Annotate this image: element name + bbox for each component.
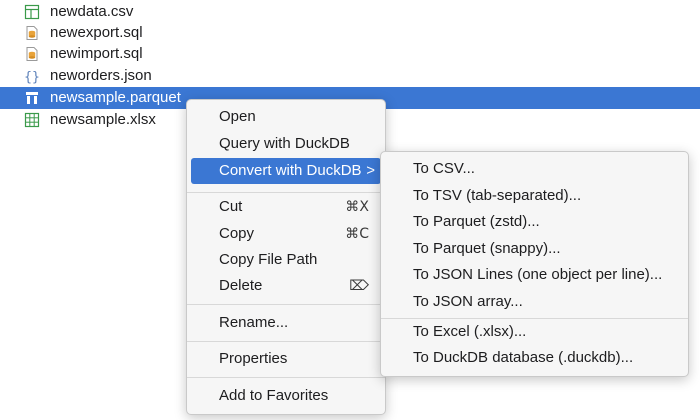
submenu-item-to-json-array[interactable]: To JSON array... xyxy=(385,289,684,315)
file-name: neworders.json xyxy=(50,67,152,84)
json-braces-icon: {} xyxy=(24,68,40,85)
menu-item-copy-file-path[interactable]: Copy File Path xyxy=(191,247,381,273)
convert-submenu: To CSV... To TSV (tab-separated)... To P… xyxy=(380,151,689,377)
menu-item-label: Copy xyxy=(219,225,255,242)
context-menu: Open Query with DuckDB Convert with Duck… xyxy=(186,99,386,415)
menu-item-label: Add to Favorites xyxy=(219,387,329,404)
csv-table-icon xyxy=(24,4,40,20)
menu-item-convert-with-duckdb[interactable]: Convert with DuckDB > xyxy=(191,158,381,184)
menu-item-label: Copy File Path xyxy=(219,251,318,268)
menu-item-open[interactable]: Open xyxy=(191,104,381,130)
menu-item-copy[interactable]: Copy ⌘C xyxy=(191,221,381,247)
file-row-newexport-sql[interactable]: newexport.sql xyxy=(0,22,700,44)
submenu-item-label: To Excel (.xlsx)... xyxy=(413,323,527,340)
parquet-columns-icon xyxy=(24,90,40,106)
file-name: newsample.xlsx xyxy=(50,111,156,128)
menu-separator xyxy=(187,341,385,342)
menu-item-label: Convert with DuckDB xyxy=(219,162,362,179)
submenu-item-to-tsv[interactable]: To TSV (tab-separated)... xyxy=(385,183,684,209)
file-name: newsample.parquet xyxy=(50,89,181,106)
submenu-item-label: To Parquet (snappy)... xyxy=(413,240,561,257)
file-row-newimport-sql[interactable]: newimport.sql xyxy=(0,43,700,65)
shortcut-copy: ⌘C xyxy=(345,226,369,242)
submenu-item-label: To JSON Lines (one object per line)... xyxy=(413,266,663,283)
menu-item-delete[interactable]: Delete ⌦ xyxy=(191,273,381,299)
file-row-neworders-json[interactable]: {} neworders.json xyxy=(0,65,700,87)
menu-item-properties[interactable]: Properties xyxy=(191,346,381,372)
sql-file-icon xyxy=(24,25,40,41)
menu-item-label: Properties xyxy=(219,350,288,367)
menu-item-query-with-duckdb[interactable]: Query with DuckDB xyxy=(191,131,381,157)
file-name: newdata.csv xyxy=(50,3,134,20)
menu-item-rename[interactable]: Rename... xyxy=(191,310,381,336)
menu-item-label: Cut xyxy=(219,198,243,215)
menu-separator xyxy=(187,377,385,378)
submenu-item-label: To Parquet (zstd)... xyxy=(413,213,540,230)
sql-file-icon xyxy=(24,46,40,62)
submenu-item-to-json-lines[interactable]: To JSON Lines (one object per line)... xyxy=(385,262,684,288)
file-name: newimport.sql xyxy=(50,45,143,62)
submenu-item-to-parquet-zstd[interactable]: To Parquet (zstd)... xyxy=(385,209,684,235)
submenu-item-to-csv[interactable]: To CSV... xyxy=(385,156,684,182)
submenu-item-to-duckdb-database[interactable]: To DuckDB database (.duckdb)... xyxy=(385,345,684,371)
menu-item-label: Rename... xyxy=(219,314,289,331)
submenu-item-label: To CSV... xyxy=(413,160,475,177)
forward-delete-icon: ⌦ xyxy=(349,278,369,294)
menu-separator xyxy=(187,192,385,193)
menu-item-label: Query with DuckDB xyxy=(219,135,350,152)
shortcut-cut: ⌘X xyxy=(345,199,369,215)
menu-item-cut[interactable]: Cut ⌘X xyxy=(191,194,381,220)
excel-grid-icon xyxy=(24,112,40,128)
submenu-item-label: To DuckDB database (.duckdb)... xyxy=(413,349,634,366)
submenu-item-to-excel[interactable]: To Excel (.xlsx)... xyxy=(385,319,684,345)
chevron-right-icon: > xyxy=(366,162,375,179)
menu-item-label: Delete xyxy=(219,277,263,294)
file-name: newexport.sql xyxy=(50,24,143,41)
menu-separator xyxy=(187,304,385,305)
svg-text:{}: {} xyxy=(24,70,40,84)
menu-item-label: Open xyxy=(219,108,256,125)
submenu-item-label: To TSV (tab-separated)... xyxy=(413,187,582,204)
submenu-item-label: To JSON array... xyxy=(413,293,523,310)
submenu-item-to-parquet-snappy[interactable]: To Parquet (snappy)... xyxy=(385,236,684,262)
menu-item-add-to-favorites[interactable]: Add to Favorites xyxy=(191,383,381,409)
file-row-newdata-csv[interactable]: newdata.csv xyxy=(0,1,700,23)
